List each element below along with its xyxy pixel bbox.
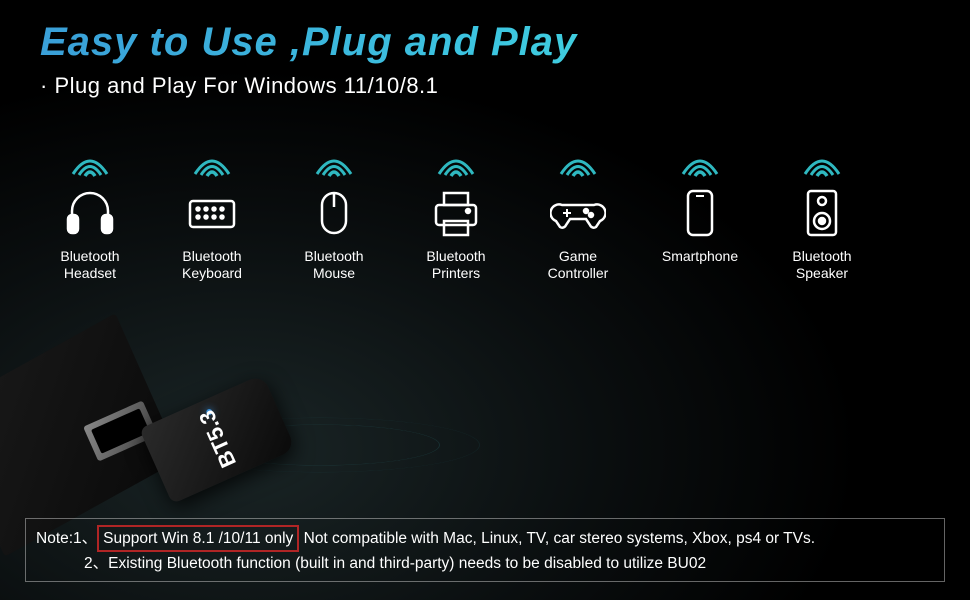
signal-icon: [675, 154, 725, 178]
note-highlight: Support Win 8.1 /10/11 only: [97, 525, 299, 552]
bluetooth-dongle: BT5.3: [139, 374, 296, 504]
device-label: Bluetooth Keyboard: [182, 248, 242, 282]
headset-icon: [61, 184, 119, 242]
device-item: Bluetooth Headset: [40, 154, 140, 282]
device-list: Bluetooth Headset Bluetooth Keyboard Bluet…: [40, 154, 930, 282]
mouse-icon: [305, 184, 363, 242]
note-prefix: Note:1、: [36, 530, 97, 547]
signal-icon: [553, 154, 603, 178]
device-label: Bluetooth Speaker: [792, 248, 851, 282]
signal-icon: [65, 154, 115, 178]
printer-icon: [427, 184, 485, 242]
device-item: Bluetooth Printers: [406, 154, 506, 282]
product-label: BT5.3: [193, 406, 241, 471]
note-suffix: Not compatible with Mac, Linux, TV, car …: [299, 530, 815, 547]
device-label: Bluetooth Printers: [426, 248, 485, 282]
device-label: Bluetooth Mouse: [304, 248, 363, 282]
device-label: Smartphone: [662, 248, 738, 265]
page-subtitle: · Plug and Play For Windows 11/10/8.1: [40, 73, 930, 99]
product-visual: BT5.3: [0, 305, 470, 535]
keyboard-icon: [183, 184, 241, 242]
device-label: Bluetooth Headset: [60, 248, 119, 282]
device-item: Game Controller: [528, 154, 628, 282]
phone-icon: [671, 184, 729, 242]
device-item: Smartphone: [650, 154, 750, 282]
speaker-icon: [793, 184, 851, 242]
page-title: Easy to Use ,Plug and Play: [40, 20, 930, 65]
signal-icon: [431, 154, 481, 178]
device-label: Game Controller: [548, 248, 609, 282]
device-item: Bluetooth Speaker: [772, 154, 872, 282]
device-item: Bluetooth Mouse: [284, 154, 384, 282]
signal-icon: [797, 154, 847, 178]
note-line2: 2、Existing Bluetooth function (built in …: [36, 552, 934, 575]
device-item: Bluetooth Keyboard: [162, 154, 262, 282]
signal-icon: [187, 154, 237, 178]
signal-icon: [309, 154, 359, 178]
note-box: Note:1、Support Win 8.1 /10/11 only Not c…: [25, 518, 945, 583]
gamepad-icon: [549, 184, 607, 242]
